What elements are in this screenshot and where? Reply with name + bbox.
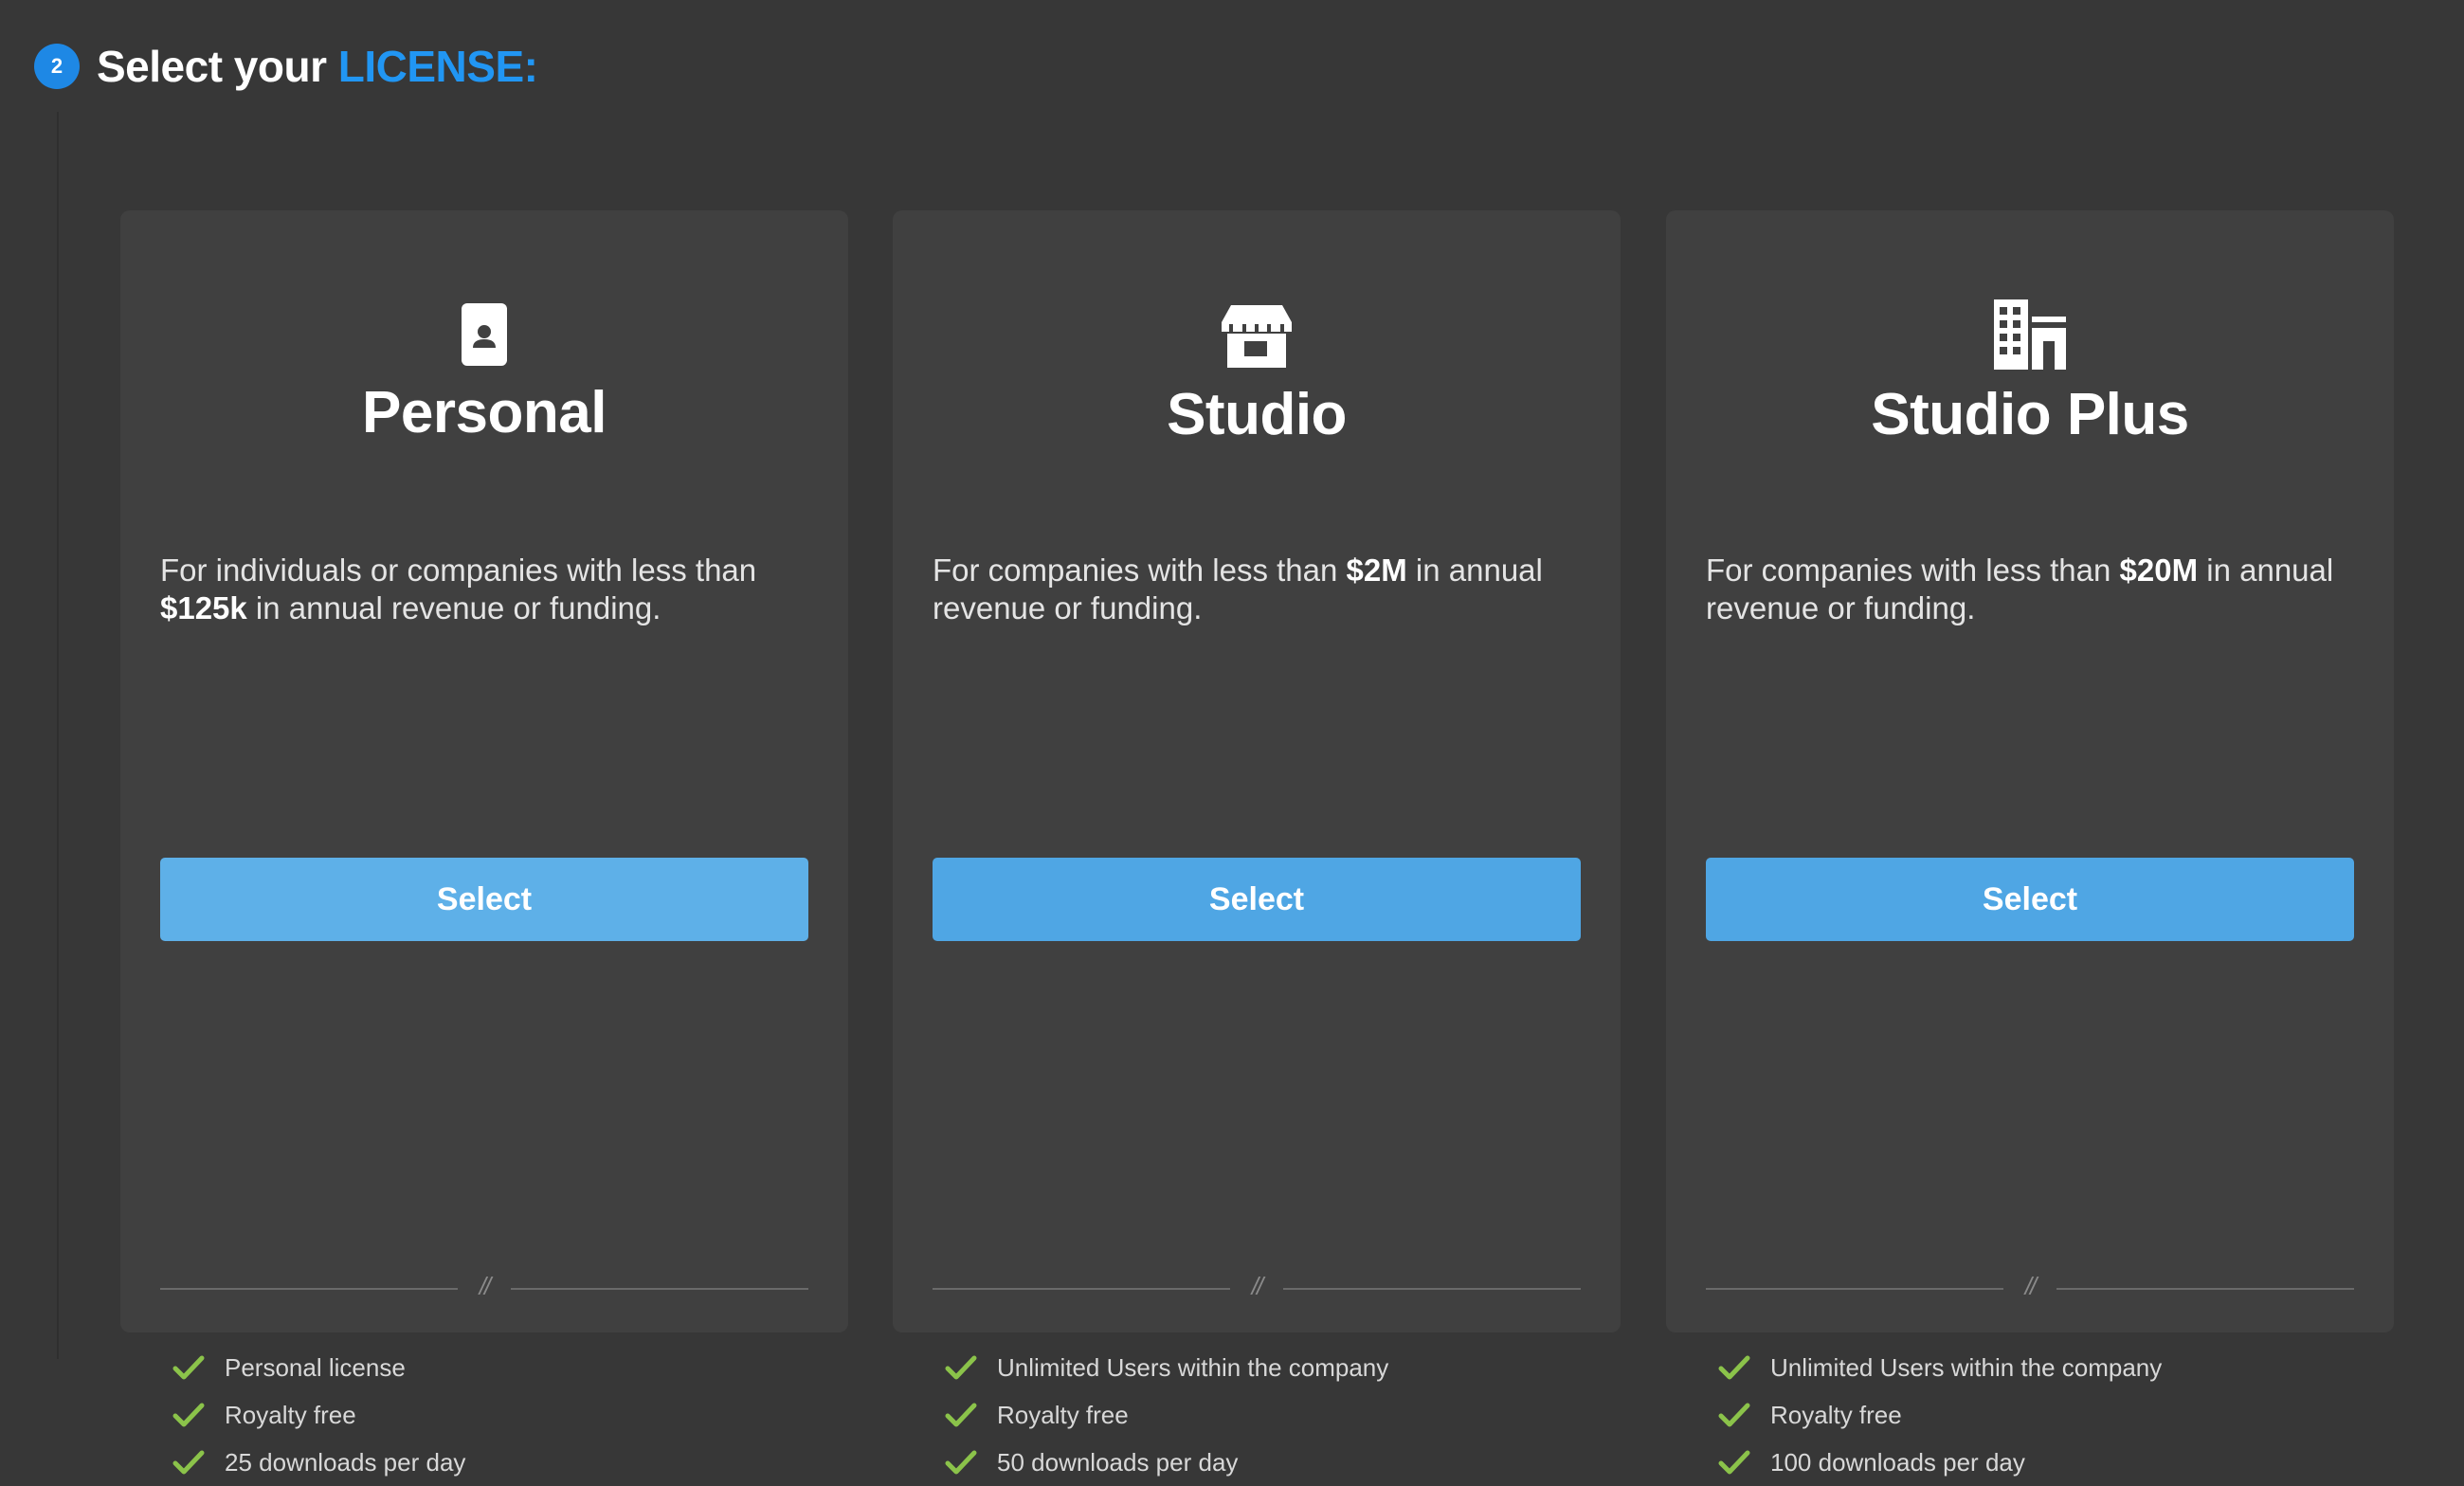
revenue-limit: $20M xyxy=(2119,553,2199,588)
feature-item: 100 downloads per day xyxy=(1717,1439,2162,1486)
select-personal-button[interactable]: Select xyxy=(160,858,808,941)
divider: // xyxy=(1706,1272,2354,1302)
id-card-icon xyxy=(462,303,507,366)
feature-label: Royalty free xyxy=(225,1400,356,1429)
feature-label: Personal license xyxy=(225,1352,406,1382)
divider-mark: // xyxy=(1251,1272,1263,1300)
plan-name: Personal xyxy=(362,380,607,445)
step-rail xyxy=(57,112,59,1359)
select-studio-plus-button[interactable]: Select xyxy=(1706,858,2354,941)
step-number-badge: 2 xyxy=(34,44,80,89)
feature-label: Royalty free xyxy=(1770,1400,1902,1429)
feature-item: Unlimited Users within the company xyxy=(944,1344,1388,1391)
divider-mark: // xyxy=(479,1272,491,1300)
revenue-limit: $2M xyxy=(1346,553,1407,588)
feature-item: Royalty free xyxy=(944,1391,1388,1439)
plan-name: Studio xyxy=(1167,382,1347,447)
plan-description: For companies with less than $2M in annu… xyxy=(933,553,1543,625)
feature-label: Unlimited Users within the company xyxy=(997,1352,1389,1382)
feature-item: Personal license xyxy=(172,1344,465,1391)
feature-label: 25 downloads per day xyxy=(225,1447,466,1477)
feature-label: Unlimited Users within the company xyxy=(1770,1352,2163,1382)
check-icon xyxy=(172,1403,205,1427)
plan-card-personal: Personal For individuals or companies wi… xyxy=(120,210,848,1477)
step-title: Select your LICENSE: xyxy=(97,41,538,92)
feature-item: 50 downloads per day xyxy=(944,1439,1388,1486)
select-studio-button[interactable]: Select xyxy=(933,858,1581,941)
step-title-prefix: Select your xyxy=(97,42,338,91)
revenue-limit: $125k xyxy=(160,590,247,625)
check-icon xyxy=(945,1355,977,1380)
plan-card-studio-plus: Studio Plus For companies with less than… xyxy=(1666,210,2394,1477)
plan-description: For individuals or companies with less t… xyxy=(160,553,757,625)
store-icon xyxy=(1222,305,1292,368)
plan-card-studio: Studio For companies with less than $2M … xyxy=(893,210,1621,1477)
check-icon xyxy=(945,1403,977,1427)
check-icon xyxy=(1718,1355,1750,1380)
step-header: 2 Select your LICENSE: xyxy=(34,38,538,95)
feature-label: 50 downloads per day xyxy=(997,1447,1239,1477)
check-icon xyxy=(172,1450,205,1475)
divider: // xyxy=(933,1272,1581,1302)
check-icon xyxy=(1718,1403,1750,1427)
divider-mark: // xyxy=(2024,1272,2037,1300)
plan-name: Studio Plus xyxy=(1871,382,2189,447)
plan-description: For companies with less than $20M in ann… xyxy=(1706,553,2334,625)
feature-item: Unlimited Users within the company xyxy=(1717,1344,2162,1391)
feature-list: Personal license Royalty free 25 downloa… xyxy=(172,1344,465,1486)
feature-item: Royalty free xyxy=(1717,1391,2162,1439)
feature-list: Unlimited Users within the company Royal… xyxy=(1717,1344,2162,1486)
check-icon xyxy=(1718,1450,1750,1475)
feature-label: 100 downloads per day xyxy=(1770,1447,2025,1477)
feature-item: Royalty free xyxy=(172,1391,465,1439)
building-icon xyxy=(1994,299,2066,370)
feature-list: Unlimited Users within the company Royal… xyxy=(944,1344,1388,1486)
check-icon xyxy=(945,1450,977,1475)
feature-item: 25 downloads per day xyxy=(172,1439,465,1486)
step-title-accent: LICENSE: xyxy=(337,42,538,91)
feature-label: Royalty free xyxy=(997,1400,1129,1429)
check-icon xyxy=(172,1355,205,1380)
divider: // xyxy=(160,1272,808,1302)
